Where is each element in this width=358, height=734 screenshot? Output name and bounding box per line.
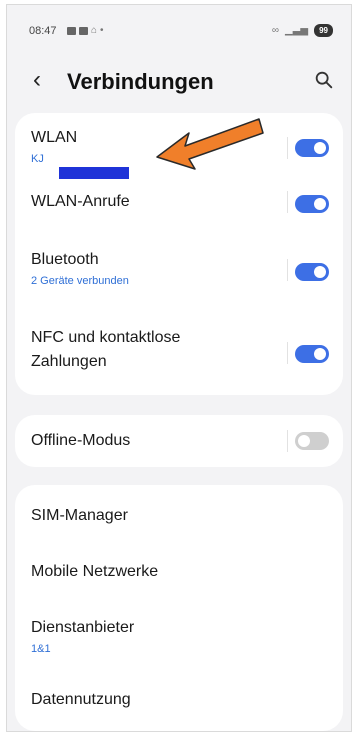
wlan-calls-toggle[interactable] — [295, 195, 329, 213]
nfc-label-line2: Zahlungen — [31, 353, 107, 370]
nfc-label-line1: NFC und kontaktlose — [31, 329, 181, 346]
data-usage-label: Datennutzung — [31, 691, 131, 708]
divider — [287, 191, 288, 213]
message-icon — [79, 26, 88, 35]
status-right: ∞ ▁▃▅ 99 — [272, 24, 333, 37]
search-icon[interactable] — [313, 69, 335, 91]
divider — [287, 430, 288, 452]
nfc-row[interactable]: NFC und kontaktlose Zahlungen — [15, 309, 343, 395]
sim-manager-label: SIM-Manager — [31, 507, 128, 524]
bluetooth-label: Bluetooth — [31, 251, 99, 268]
sim-manager-row[interactable]: SIM-Manager — [15, 485, 343, 539]
page-header: ‹ Verbindungen — [7, 61, 351, 109]
page-title: Verbindungen — [67, 69, 214, 94]
toggle-knob — [314, 142, 326, 154]
offline-row[interactable]: Offline-Modus — [15, 415, 343, 467]
provider-label: Dienstanbieter — [31, 619, 135, 636]
nfc-toggle[interactable] — [295, 345, 329, 363]
dot-icon: • — [100, 25, 104, 36]
wlan-toggle[interactable] — [295, 139, 329, 157]
mobile-networks-label: Mobile Netzwerke — [31, 563, 159, 580]
wlan-calls-row[interactable]: WLAN-Anrufe — [15, 179, 343, 229]
toggle-knob — [314, 198, 326, 210]
back-chevron-icon[interactable]: ‹ — [33, 67, 41, 93]
offline-card: Offline-Modus — [15, 415, 343, 467]
phone-screen: 08:47 ⌂ • ∞ ▁▃▅ 99 ‹ Verbindungen WLAN K… — [6, 4, 352, 732]
status-time: 08:47 — [29, 25, 57, 37]
status-bar: 08:47 ⌂ • ∞ ▁▃▅ 99 — [7, 5, 351, 53]
signal-icon: ▁▃▅ — [285, 25, 309, 36]
link-icon: ∞ — [271, 25, 280, 36]
divider — [287, 137, 288, 159]
bluetooth-toggle[interactable] — [295, 263, 329, 281]
notification-icons: ⌂ • — [67, 25, 104, 36]
wlan-label: WLAN — [31, 129, 78, 146]
provider-row[interactable]: Dienstanbieter 1&1 — [15, 595, 343, 671]
toggle-knob — [314, 266, 326, 278]
offline-label: Offline-Modus — [31, 432, 131, 449]
arrow-annotation-icon — [156, 118, 264, 170]
gallery-icon — [67, 26, 76, 35]
wlan-network-name: KJ — [31, 153, 44, 165]
offline-toggle[interactable] — [295, 432, 329, 450]
divider — [287, 342, 288, 364]
redaction-box — [59, 167, 129, 179]
bluetooth-row[interactable]: Bluetooth 2 Geräte verbunden — [15, 229, 343, 309]
toggle-knob — [314, 348, 326, 360]
network-card: SIM-Manager Mobile Netzwerke Dienstanbie… — [15, 485, 343, 731]
divider — [287, 259, 288, 281]
provider-name: 1&1 — [31, 643, 51, 655]
wlan-calls-label: WLAN-Anrufe — [31, 193, 130, 210]
toggle-knob — [298, 435, 310, 447]
cloud-icon: ⌂ — [91, 25, 98, 36]
battery-icon: 99 — [314, 24, 333, 37]
mobile-networks-row[interactable]: Mobile Netzwerke — [15, 539, 343, 595]
data-usage-row[interactable]: Datennutzung — [15, 671, 343, 731]
bluetooth-status: 2 Geräte verbunden — [31, 275, 129, 287]
